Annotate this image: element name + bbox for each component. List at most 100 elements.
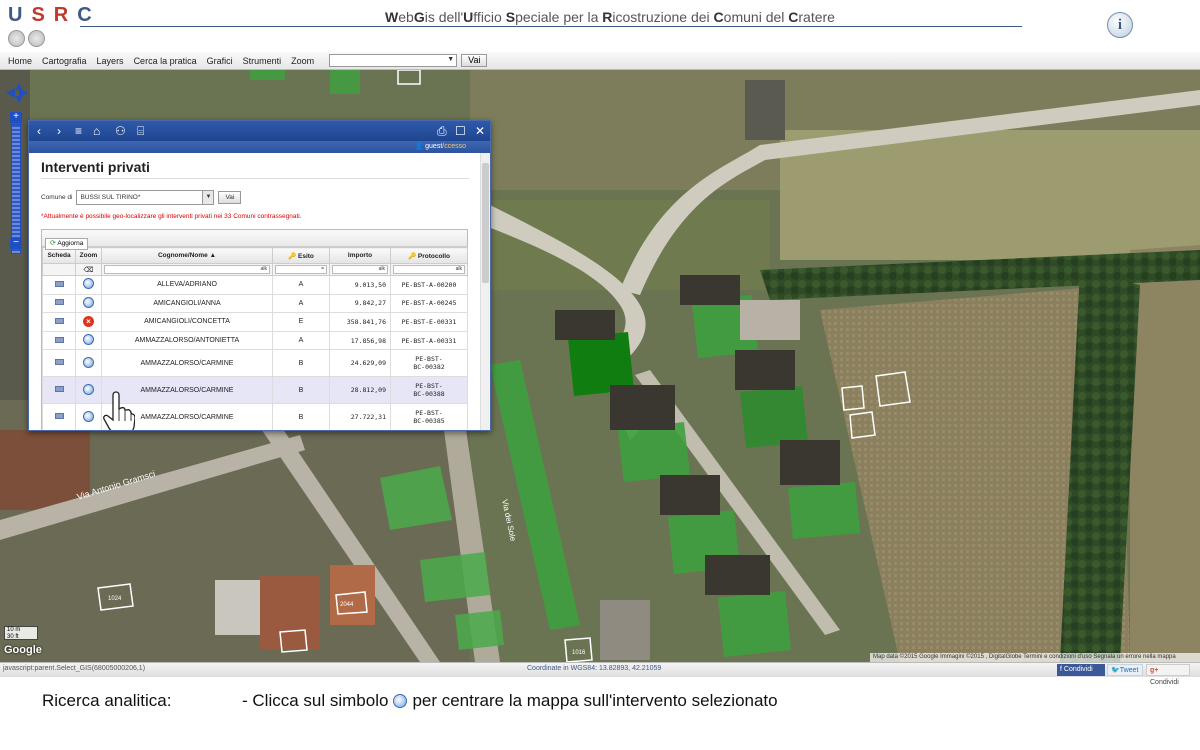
parcel-label: 2044: [340, 602, 354, 608]
maximize-icon[interactable]: ☐: [455, 123, 466, 139]
zoom-magnifier-icon[interactable]: [83, 334, 94, 346]
seal-icon: [8, 30, 25, 47]
table-row[interactable]: × AMICANGIOLI/CONCETTA E 358.841,76 PE-BST-E…: [42, 312, 468, 332]
table-row[interactable]: AMICANGIOLI/ANNA A 9.842,27 PE-BST-A-00245: [42, 293, 468, 314]
zoom-slider[interactable]: [11, 124, 21, 254]
refresh-button[interactable]: ⟳ Aggiorna: [45, 238, 89, 250]
caption-after: per centrare la mappa sull'intervento se…: [412, 691, 778, 710]
scheda-card-icon[interactable]: [54, 336, 64, 343]
status-url: javascript:parent.Select_GIS(68005000206…: [3, 665, 146, 672]
panel-title: Interventi privati: [41, 159, 469, 179]
panel-body: Interventi privati Comune di BUSSI SUL T…: [29, 153, 481, 430]
map-scale: 10 m 30 ft: [4, 626, 38, 640]
menu-icon[interactable]: ≡: [75, 123, 82, 139]
zoom-magnifier-icon[interactable]: [83, 410, 94, 422]
title-text: peciale per la: [515, 9, 603, 25]
col-protocollo[interactable]: 🔑 Protocollo: [390, 247, 468, 264]
menu-item-home[interactable]: Home: [3, 56, 37, 66]
scroll-thumb[interactable]: [482, 163, 489, 283]
zoom-magnifier-icon[interactable]: [83, 278, 94, 290]
header-rule: [80, 26, 1022, 27]
table-row[interactable]: AMMAZZALORSO/CARMINE B 24.629,09 PE-BST- BC…: [42, 349, 468, 378]
zoom-in-icon[interactable]: +: [10, 112, 22, 123]
cell-esito: E: [272, 312, 330, 332]
info-icon[interactable]: i: [1107, 12, 1133, 38]
scheda-card-icon[interactable]: [54, 359, 64, 366]
key-icon: 🔑: [407, 252, 418, 260]
cell-importo: 9.013,50: [329, 275, 391, 295]
guest-user[interactable]: 👤 guest/ccesso: [414, 142, 466, 150]
menu-item-grafici[interactable]: Grafici: [202, 56, 238, 66]
home-icon[interactable]: ⌂: [93, 123, 100, 139]
filter-protocollo[interactable]: alk: [393, 265, 465, 274]
cell-protocollo: PE-BST-A-00331: [390, 330, 468, 351]
zoom-magnifier-icon[interactable]: [83, 356, 94, 368]
cell-esito: B: [272, 349, 330, 378]
scheda-card-icon[interactable]: [54, 386, 64, 393]
title-initial: R: [602, 9, 613, 25]
menu-bar: Home Cartografia Layers Cerca la pratica…: [0, 52, 1200, 70]
pan-control[interactable]: ▲ ◀ ▶ ▼: [6, 80, 28, 105]
comune-select[interactable]: BUSSI SUL TIRINO* ▼: [76, 190, 215, 205]
back-icon[interactable]: ‹: [37, 123, 41, 139]
forward-icon[interactable]: ›: [57, 123, 61, 139]
map-attribution[interactable]: Map data ©2015 Google Immagini ©2015 , D…: [870, 653, 1200, 662]
table-row[interactable]: AMMAZZALORSO/ANTONIETTA A 17.856,98 PE-BST-…: [42, 330, 468, 351]
panel-scrollbar[interactable]: [480, 153, 490, 430]
title-initial: S: [505, 9, 516, 25]
print-icon[interactable]: ⎙: [437, 123, 447, 139]
menu-item-strumenti[interactable]: Strumenti: [238, 56, 287, 66]
vai-button[interactable]: Vai: [218, 191, 242, 204]
tutorial-caption: Ricerca analitica: - Clicca sul simbolo …: [42, 691, 778, 711]
google-logo: Google: [4, 644, 42, 656]
cell-esito: B: [272, 376, 330, 405]
col-esito[interactable]: 🔑 Esito: [272, 247, 330, 264]
title-initial: W: [385, 9, 399, 25]
go-button[interactable]: Vai: [461, 54, 488, 67]
geo-note: *Attualmente è possibile geo-localizzare…: [41, 213, 302, 220]
scheda-card-icon[interactable]: [54, 317, 64, 324]
zoom-symbol-icon: [393, 694, 408, 708]
facebook-share-button[interactable]: f Condividi: [1057, 664, 1105, 676]
scheda-card-icon[interactable]: [54, 280, 64, 287]
table-row[interactable]: ALLEVA/ADRIANO A 9.013,50 PE-BST-A-00200: [42, 275, 468, 295]
title-initial: C: [713, 9, 724, 25]
zoom-out-icon[interactable]: −: [10, 238, 22, 249]
gplus-share-button[interactable]: g+ Condividi: [1146, 664, 1190, 686]
clear-filter-icon[interactable]: ⌫: [84, 267, 94, 274]
grid-toolbar: ⟳ Aggiorna: [42, 230, 467, 250]
menu-item-layers[interactable]: Layers: [92, 56, 129, 66]
chevron-down-icon: ▼: [202, 191, 214, 204]
filter-name[interactable]: alk: [104, 265, 270, 274]
cell-protocollo: PE-BST- BC-00385: [390, 403, 468, 430]
close-icon[interactable]: ✕: [475, 123, 485, 139]
filter-importo[interactable]: alk: [332, 265, 388, 274]
comune-label: Comune di: [41, 194, 73, 201]
menu-item-zoom[interactable]: Zoom: [286, 56, 319, 66]
tweet-button[interactable]: 🐦Tweet: [1107, 664, 1143, 676]
title-text: icostruzione dei: [612, 9, 714, 25]
menu-item-cerca-pratica[interactable]: Cerca la pratica: [129, 56, 202, 66]
filter-esito[interactable]: =: [275, 265, 327, 274]
error-icon[interactable]: ×: [83, 316, 94, 328]
hand-cursor-icon: [103, 391, 135, 430]
cell-name: AMMAZZALORSO/CARMINE: [101, 349, 273, 378]
title-text: omuni del: [723, 9, 789, 25]
building-icon[interactable]: ⌸: [137, 123, 144, 139]
zoom-select[interactable]: ▼: [329, 54, 458, 67]
col-importo[interactable]: Importo: [329, 247, 391, 264]
parcel-label: 1016: [572, 650, 586, 656]
zoom-magnifier-icon[interactable]: [83, 296, 94, 308]
people-icon[interactable]: ⚇: [115, 123, 126, 139]
cell-importo: 24.629,09: [329, 349, 391, 378]
pan-down-icon[interactable]: ▼: [13, 93, 25, 105]
title-text: fficio: [473, 9, 506, 25]
scheda-card-icon[interactable]: [54, 299, 64, 306]
col-cognome-nome[interactable]: Cognome/Nome ▲: [101, 247, 273, 264]
scheda-card-icon[interactable]: [54, 413, 64, 420]
parcel-label: 1024: [108, 596, 122, 602]
webgis-page: USRC WebGis dell'Ufficio Speciale per la…: [0, 0, 1200, 750]
cell-importo: 9.842,27: [329, 293, 391, 314]
zoom-magnifier-icon[interactable]: [83, 383, 94, 395]
menu-item-cartografia[interactable]: Cartografia: [37, 56, 92, 66]
